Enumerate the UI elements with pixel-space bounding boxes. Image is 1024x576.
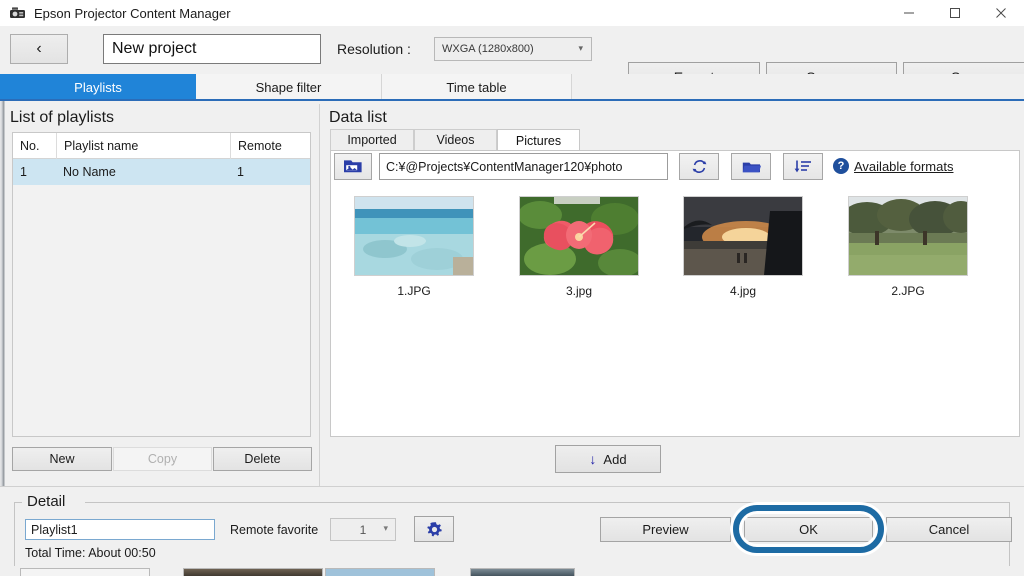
add-button-label: Add xyxy=(603,451,627,467)
resolution-select[interactable]: WXGA (1280x800) ▾ xyxy=(434,37,592,61)
arrow-down-icon: ↓ xyxy=(589,451,597,467)
delete-playlist-button[interactable]: Delete xyxy=(213,447,312,471)
image-folder-icon[interactable] xyxy=(334,153,372,180)
chevron-left-icon: ‹ xyxy=(36,40,42,57)
trees-lawn-photo[interactable] xyxy=(848,196,968,276)
panel-divider xyxy=(319,104,320,486)
new-playlist-button[interactable]: New xyxy=(12,447,112,471)
thumbnail-caption: 4.jpg xyxy=(729,284,757,298)
sub-tab-pictures[interactable]: Pictures xyxy=(497,129,580,151)
cancel-button[interactable]: Cancel xyxy=(886,517,1012,542)
remote-favorite-label: Remote favorite xyxy=(230,523,319,537)
path-input[interactable]: C:¥@Projects¥ContentManager120¥photo xyxy=(379,153,668,180)
thumbnail-caption: 1.JPG xyxy=(397,284,431,298)
thumbnail-item[interactable]: 2.JPG xyxy=(845,196,971,298)
table-row[interactable]: 1 No Name 1 xyxy=(13,159,310,185)
sub-tab-imported[interactable]: Imported xyxy=(330,129,414,150)
playlist-name-field[interactable]: Playlist1 xyxy=(25,519,215,540)
available-formats-help[interactable]: ? Available formats xyxy=(833,158,953,174)
main-tab-strip: Playlists Shape filter Time table xyxy=(0,74,1024,100)
column-header-remote[interactable]: Remote xyxy=(230,133,310,159)
cell-no: 1 xyxy=(20,165,27,179)
projector-icon xyxy=(6,2,28,24)
window-left-edge xyxy=(0,101,5,486)
playlist-table-empty-area xyxy=(13,185,310,436)
background-item xyxy=(183,568,323,576)
thumbnail-item[interactable]: 1.JPG xyxy=(351,196,477,298)
top-toolbar: ‹ New project Resolution : WXGA (1280x80… xyxy=(0,26,1024,92)
thumbnail-item[interactable]: 4.jpg xyxy=(680,196,806,298)
sort-descending-icon[interactable] xyxy=(783,153,823,180)
add-button[interactable]: ↓ Add xyxy=(555,445,661,473)
title-bar: Epson Projector Content Manager xyxy=(0,0,1024,26)
thumbnail-item[interactable]: 3.jpg xyxy=(516,196,642,298)
cell-remote: 1 xyxy=(237,165,244,179)
project-name-input[interactable]: New project xyxy=(103,34,321,64)
copy-playlist-button: Copy xyxy=(113,447,212,471)
help-icon[interactable]: ? xyxy=(833,158,849,174)
background-content-strip xyxy=(0,566,1024,576)
background-item xyxy=(325,568,435,576)
window-title: Epson Projector Content Manager xyxy=(34,5,231,21)
tab-time-table[interactable]: Time table xyxy=(382,74,572,100)
playlist-table: No. Playlist name Remote 1 No Name 1 xyxy=(12,132,311,437)
chevron-down-icon: ▾ xyxy=(383,523,388,533)
minimize-icon[interactable] xyxy=(886,0,932,26)
thumbnail-grid: 1.JPG 3.jpg 4.jpg 2.JPG xyxy=(340,196,1010,306)
list-of-playlists-title: List of playlists xyxy=(10,109,115,126)
background-item xyxy=(470,568,575,576)
data-list-sub-tabs: Imported Videos Pictures xyxy=(330,129,1020,151)
ok-button[interactable]: OK xyxy=(744,517,873,542)
total-time-label: Total Time: About 00:50 xyxy=(25,546,156,560)
preview-button[interactable]: Preview xyxy=(600,517,731,542)
column-header-playlist-name[interactable]: Playlist name xyxy=(56,133,230,159)
refresh-icon[interactable] xyxy=(679,153,719,180)
folder-icon[interactable] xyxy=(731,153,771,180)
application-window: Epson Projector Content Manager ‹ New pr… xyxy=(0,0,1024,576)
column-header-no[interactable]: No. xyxy=(13,133,56,159)
playlist-table-header: No. Playlist name Remote xyxy=(13,133,310,159)
pink-hibiscus-flower-photo[interactable] xyxy=(519,196,639,276)
available-formats-link[interactable]: Available formats xyxy=(854,159,953,174)
window-controls xyxy=(886,0,1024,26)
back-button[interactable]: ‹ xyxy=(10,34,68,64)
chevron-down-icon: ▾ xyxy=(578,43,583,53)
resolution-label: Resolution : xyxy=(337,41,411,57)
cell-playlist-name: No Name xyxy=(63,165,116,179)
tab-shape-filter[interactable]: Shape filter xyxy=(196,74,382,100)
maximize-icon[interactable] xyxy=(932,0,978,26)
beach-sunset-photo[interactable] xyxy=(683,196,803,276)
close-icon[interactable] xyxy=(978,0,1024,26)
sub-tab-videos[interactable]: Videos xyxy=(414,129,497,150)
remote-favorite-value: 1 xyxy=(359,522,367,537)
gear-icon[interactable] xyxy=(414,516,454,542)
background-item xyxy=(20,568,150,576)
tab-playlists[interactable]: Playlists xyxy=(0,74,196,100)
remote-favorite-select[interactable]: 1 ▾ xyxy=(330,518,396,541)
thumbnail-caption: 3.jpg xyxy=(565,284,593,298)
detail-group-label: Detail xyxy=(22,493,71,510)
thumbnail-caption: 2.JPG xyxy=(891,284,925,298)
ocean-reef-photo[interactable] xyxy=(354,196,474,276)
data-list-title: Data list xyxy=(329,109,387,126)
resolution-value: WXGA (1280x800) xyxy=(442,43,534,55)
